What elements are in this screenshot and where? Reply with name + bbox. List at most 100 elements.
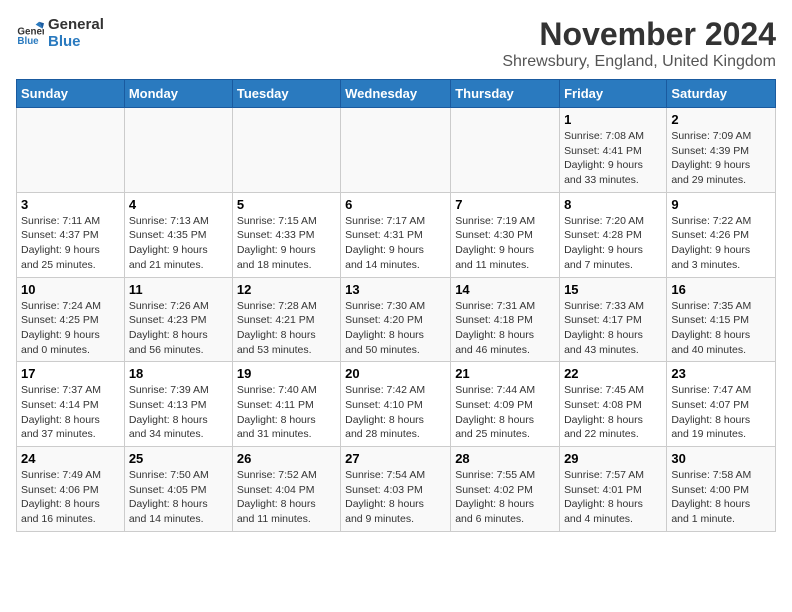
month-title: November 2024 [502,16,776,53]
day-info: Sunrise: 7:19 AM Sunset: 4:30 PM Dayligh… [455,214,555,273]
day-number: 26 [237,451,336,466]
calendar-cell: 7 Sunrise: 7:19 AM Sunset: 4:30 PM Daylig… [451,192,560,277]
day-number: 22 [564,366,662,381]
location-title: Shrewsbury, England, United Kingdom [502,53,776,71]
calendar-cell: 26 Sunrise: 7:52 AM Sunset: 4:04 PM Dayli… [232,447,340,532]
calendar-cell [341,108,451,193]
day-info: Sunrise: 7:09 AM Sunset: 4:39 PM Dayligh… [671,129,771,188]
calendar-cell: 22 Sunrise: 7:45 AM Sunset: 4:08 PM Dayli… [560,362,667,447]
calendar-cell: 20 Sunrise: 7:42 AM Sunset: 4:10 PM Dayli… [341,362,451,447]
day-number: 9 [671,197,771,212]
calendar: SundayMondayTuesdayWednesdayThursdayFrid… [16,79,776,532]
day-number: 29 [564,451,662,466]
day-number: 18 [129,366,228,381]
day-info: Sunrise: 7:15 AM Sunset: 4:33 PM Dayligh… [237,214,336,273]
logo-icon: General Blue [16,19,44,47]
day-number: 4 [129,197,228,212]
day-info: Sunrise: 7:20 AM Sunset: 4:28 PM Dayligh… [564,214,662,273]
day-number: 5 [237,197,336,212]
day-number: 28 [455,451,555,466]
day-info: Sunrise: 7:42 AM Sunset: 4:10 PM Dayligh… [345,383,446,442]
day-number: 11 [129,282,228,297]
logo-text-general: General [48,16,104,33]
calendar-cell: 30Sunrise: 7:58 AM Sunset: 4:00 PM Dayli… [667,447,776,532]
day-number: 27 [345,451,446,466]
calendar-cell: 9 Sunrise: 7:22 AM Sunset: 4:26 PM Daylig… [667,192,776,277]
day-number: 8 [564,197,662,212]
weekday-header-wednesday: Wednesday [341,80,451,108]
calendar-cell: 10Sunrise: 7:24 AM Sunset: 4:25 PM Dayli… [17,277,125,362]
calendar-cell [232,108,340,193]
logo: General Blue General Blue [16,16,104,50]
day-number: 21 [455,366,555,381]
day-info: Sunrise: 7:33 AM Sunset: 4:17 PM Dayligh… [564,299,662,358]
calendar-cell [17,108,125,193]
day-info: Sunrise: 7:39 AM Sunset: 4:13 PM Dayligh… [129,383,228,442]
calendar-cell: 24Sunrise: 7:49 AM Sunset: 4:06 PM Dayli… [17,447,125,532]
calendar-cell [451,108,560,193]
day-number: 1 [564,112,662,127]
day-info: Sunrise: 7:44 AM Sunset: 4:09 PM Dayligh… [455,383,555,442]
calendar-cell: 11 Sunrise: 7:26 AM Sunset: 4:23 PM Dayli… [124,277,232,362]
calendar-cell: 19 Sunrise: 7:40 AM Sunset: 4:11 PM Dayli… [232,362,340,447]
calendar-cell: 23Sunrise: 7:47 AM Sunset: 4:07 PM Dayli… [667,362,776,447]
calendar-cell: 12 Sunrise: 7:28 AM Sunset: 4:21 PM Dayli… [232,277,340,362]
day-number: 14 [455,282,555,297]
weekday-header-thursday: Thursday [451,80,560,108]
weekday-header-sunday: Sunday [17,80,125,108]
day-info: Sunrise: 7:28 AM Sunset: 4:21 PM Dayligh… [237,299,336,358]
day-info: Sunrise: 7:40 AM Sunset: 4:11 PM Dayligh… [237,383,336,442]
day-info: Sunrise: 7:30 AM Sunset: 4:20 PM Dayligh… [345,299,446,358]
calendar-cell [124,108,232,193]
day-number: 16 [671,282,771,297]
svg-text:Blue: Blue [17,36,39,47]
logo-text-blue: Blue [48,33,104,50]
weekday-header-saturday: Saturday [667,80,776,108]
day-info: Sunrise: 7:45 AM Sunset: 4:08 PM Dayligh… [564,383,662,442]
day-number: 23 [671,366,771,381]
calendar-cell: 14Sunrise: 7:31 AM Sunset: 4:18 PM Dayli… [451,277,560,362]
day-info: Sunrise: 7:24 AM Sunset: 4:25 PM Dayligh… [21,299,120,358]
calendar-cell: 2Sunrise: 7:09 AM Sunset: 4:39 PM Daylig… [667,108,776,193]
day-info: Sunrise: 7:08 AM Sunset: 4:41 PM Dayligh… [564,129,662,188]
day-number: 3 [21,197,120,212]
day-info: Sunrise: 7:26 AM Sunset: 4:23 PM Dayligh… [129,299,228,358]
day-info: Sunrise: 7:57 AM Sunset: 4:01 PM Dayligh… [564,468,662,527]
day-info: Sunrise: 7:37 AM Sunset: 4:14 PM Dayligh… [21,383,120,442]
calendar-week-1: 1 Sunrise: 7:08 AM Sunset: 4:41 PM Daylig… [17,108,776,193]
day-number: 25 [129,451,228,466]
calendar-cell: 21 Sunrise: 7:44 AM Sunset: 4:09 PM Dayli… [451,362,560,447]
weekday-header-monday: Monday [124,80,232,108]
day-info: Sunrise: 7:50 AM Sunset: 4:05 PM Dayligh… [129,468,228,527]
calendar-cell: 16 Sunrise: 7:35 AM Sunset: 4:15 PM Dayli… [667,277,776,362]
calendar-cell: 4 Sunrise: 7:13 AM Sunset: 4:35 PM Daylig… [124,192,232,277]
day-number: 15 [564,282,662,297]
day-info: Sunrise: 7:35 AM Sunset: 4:15 PM Dayligh… [671,299,771,358]
calendar-cell: 17 Sunrise: 7:37 AM Sunset: 4:14 PM Dayli… [17,362,125,447]
day-number: 17 [21,366,120,381]
day-info: Sunrise: 7:54 AM Sunset: 4:03 PM Dayligh… [345,468,446,527]
day-number: 13 [345,282,446,297]
calendar-cell: 5 Sunrise: 7:15 AM Sunset: 4:33 PM Daylig… [232,192,340,277]
day-number: 12 [237,282,336,297]
calendar-cell: 25 Sunrise: 7:50 AM Sunset: 4:05 PM Dayli… [124,447,232,532]
day-number: 7 [455,197,555,212]
calendar-week-4: 17 Sunrise: 7:37 AM Sunset: 4:14 PM Dayli… [17,362,776,447]
day-number: 20 [345,366,446,381]
day-info: Sunrise: 7:17 AM Sunset: 4:31 PM Dayligh… [345,214,446,273]
calendar-week-5: 24Sunrise: 7:49 AM Sunset: 4:06 PM Dayli… [17,447,776,532]
day-info: Sunrise: 7:13 AM Sunset: 4:35 PM Dayligh… [129,214,228,273]
calendar-cell: 15 Sunrise: 7:33 AM Sunset: 4:17 PM Dayli… [560,277,667,362]
day-info: Sunrise: 7:49 AM Sunset: 4:06 PM Dayligh… [21,468,120,527]
day-info: Sunrise: 7:58 AM Sunset: 4:00 PM Dayligh… [671,468,771,527]
calendar-cell: 3Sunrise: 7:11 AM Sunset: 4:37 PM Daylig… [17,192,125,277]
calendar-header-row: SundayMondayTuesdayWednesdayThursdayFrid… [17,80,776,108]
calendar-week-3: 10Sunrise: 7:24 AM Sunset: 4:25 PM Dayli… [17,277,776,362]
calendar-cell: 13 Sunrise: 7:30 AM Sunset: 4:20 PM Dayli… [341,277,451,362]
calendar-cell: 28Sunrise: 7:55 AM Sunset: 4:02 PM Dayli… [451,447,560,532]
calendar-cell: 1 Sunrise: 7:08 AM Sunset: 4:41 PM Daylig… [560,108,667,193]
title-area: November 2024 Shrewsbury, England, Unite… [502,16,776,71]
day-number: 19 [237,366,336,381]
day-info: Sunrise: 7:52 AM Sunset: 4:04 PM Dayligh… [237,468,336,527]
day-info: Sunrise: 7:22 AM Sunset: 4:26 PM Dayligh… [671,214,771,273]
